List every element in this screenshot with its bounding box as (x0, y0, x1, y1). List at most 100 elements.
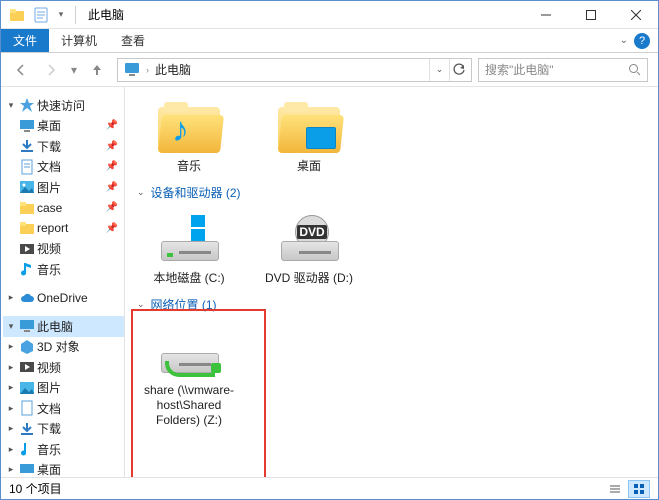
tree-item-3d[interactable]: ▸3D 对象 (3, 337, 124, 358)
chevron-down-icon[interactable]: ⌄ (137, 299, 145, 310)
pin-icon: 📌 (106, 141, 124, 152)
item-local-disk[interactable]: 本地磁盘 (C:) (141, 211, 237, 286)
tree-label: 下载 (37, 420, 61, 437)
tree-quick-access[interactable]: ▾ 快速访问 (3, 95, 124, 116)
tab-file[interactable]: 文件 (1, 29, 49, 52)
tree-item-report[interactable]: report📌 (3, 218, 124, 239)
tree-label: 文档 (37, 400, 61, 417)
3d-icon (19, 339, 35, 355)
chevron-right-icon[interactable]: ▸ (5, 444, 17, 455)
window-title: 此电脑 (80, 6, 124, 23)
music-icon (19, 261, 35, 277)
item-desktop-folder[interactable]: 桌面 (261, 99, 357, 174)
item-music-folder[interactable]: ♪ 音乐 (141, 99, 237, 174)
pin-icon: 📌 (106, 120, 124, 131)
refresh-button[interactable] (449, 59, 469, 81)
item-label: DVD 驱动器 (D:) (261, 271, 357, 286)
local-disk-icon (157, 215, 221, 263)
recent-dropdown-icon[interactable]: ▾ (67, 57, 81, 83)
download-icon (19, 421, 35, 437)
tree-label: 音乐 (37, 441, 61, 458)
tree-item-videos[interactable]: 视频 (3, 239, 124, 260)
address-text: 此电脑 (149, 61, 197, 78)
item-label: 本地磁盘 (C:) (141, 271, 237, 286)
chevron-right-icon[interactable]: ▸ (5, 362, 17, 373)
search-icon (628, 63, 641, 76)
tree-item-desktop[interactable]: 桌面 📌 (3, 116, 124, 137)
separator (75, 6, 76, 24)
tree-onedrive[interactable]: ▸OneDrive (3, 288, 124, 309)
maximize-button[interactable] (568, 1, 613, 29)
chevron-down-icon[interactable]: ⌄ (137, 187, 145, 198)
music-icon (19, 441, 35, 457)
ribbon-tabs: 文件 计算机 查看 ⌄ ? (1, 29, 658, 53)
chevron-right-icon[interactable]: ▸ (5, 341, 17, 352)
close-button[interactable] (613, 1, 658, 29)
tree-item-downloads2[interactable]: ▸ 下载 (3, 419, 124, 440)
star-icon (19, 97, 35, 113)
up-button[interactable] (83, 57, 111, 83)
tab-view[interactable]: 查看 (109, 29, 157, 52)
tree-label: 此电脑 (37, 318, 73, 335)
tree-label: report (37, 221, 68, 235)
tree-this-pc[interactable]: ▾ 此电脑 (3, 316, 124, 337)
tree-label: 桌面 (37, 461, 61, 478)
minimize-button[interactable] (523, 1, 568, 29)
picture-icon (19, 179, 35, 195)
item-dvd-drive[interactable]: DVD DVD 驱动器 (D:) (261, 211, 357, 286)
address-bar[interactable]: › 此电脑 ⌄ (117, 58, 472, 82)
status-count: 10 个项目 (9, 480, 62, 497)
titlebar: ▾ 此电脑 (1, 1, 658, 29)
tree-item-videos2[interactable]: ▸ 视频 (3, 357, 124, 378)
pin-icon: 📌 (106, 202, 124, 213)
content-pane[interactable]: ♪ 音乐 桌面 ⌄ 设备和驱动器 (2) 本地磁盘 (C:) DVD DVD 驱动… (125, 87, 658, 479)
qat-folder-icon[interactable] (7, 5, 27, 25)
forward-button[interactable] (37, 57, 65, 83)
tree-label: 视频 (37, 359, 61, 376)
document-icon (19, 400, 35, 416)
section-network[interactable]: ⌄网络位置 (1) (137, 296, 650, 313)
qat-properties-icon[interactable] (31, 5, 51, 25)
pin-icon: 📌 (106, 182, 124, 193)
tree-item-downloads[interactable]: 下载 📌 (3, 136, 124, 157)
ribbon-collapse-icon[interactable]: ⌄ (620, 35, 628, 46)
section-devices[interactable]: ⌄ 设备和驱动器 (2) (137, 184, 650, 201)
folder-icon (19, 200, 35, 216)
tree-item-documents2[interactable]: ▸ 文档 (3, 398, 124, 419)
section-label: 设备和驱动器 (2) (151, 184, 241, 201)
chevron-right-icon[interactable]: ▸ (5, 464, 17, 475)
folder-icon (19, 220, 35, 236)
tab-computer[interactable]: 计算机 (49, 29, 109, 52)
desktop-icon (19, 118, 35, 134)
tree-item-music2[interactable]: ▸ 音乐 (3, 439, 124, 460)
video-icon (19, 359, 35, 375)
chevron-down-icon[interactable]: ▾ (5, 100, 17, 111)
item-network-share[interactable]: share (\\vmware-host\Shared Folders) (Z:… (141, 323, 237, 428)
document-icon (19, 159, 35, 175)
chevron-right-icon[interactable]: ▸ (5, 423, 17, 434)
qat-dropdown-icon[interactable]: ▾ (55, 5, 67, 25)
view-details-button[interactable] (604, 480, 626, 498)
tree-item-pictures[interactable]: 图片📌 (3, 177, 124, 198)
tree-item-case[interactable]: case📌 (3, 198, 124, 219)
tree-label: 桌面 (37, 117, 61, 134)
help-icon[interactable]: ? (634, 33, 650, 49)
nav-bar: ▾ › 此电脑 ⌄ 搜索"此电脑" (1, 53, 658, 87)
tree-item-pictures2[interactable]: ▸图片 (3, 378, 124, 399)
address-dropdown-icon[interactable]: ⌄ (429, 59, 449, 81)
chevron-right-icon[interactable]: ▸ (5, 403, 17, 414)
tree-item-music[interactable]: 音乐 (3, 259, 124, 280)
chevron-down-icon[interactable]: ▾ (5, 321, 17, 332)
view-large-icons-button[interactable] (628, 480, 650, 498)
tree-item-documents[interactable]: 文档📌 (3, 157, 124, 178)
picture-icon (19, 380, 35, 396)
search-placeholder: 搜索"此电脑" (485, 61, 628, 78)
chevron-right-icon[interactable]: ▸ (5, 382, 17, 393)
chevron-right-icon[interactable]: ▸ (5, 292, 17, 303)
tree-label: 下载 (37, 138, 61, 155)
desktop-icon (19, 462, 35, 478)
back-button[interactable] (7, 57, 35, 83)
search-input[interactable]: 搜索"此电脑" (478, 58, 648, 82)
item-label: 桌面 (261, 159, 357, 174)
nav-tree[interactable]: ▾ 快速访问 桌面📌 下载📌 文档📌 图片📌 case📌 report📌 视频 … (1, 87, 125, 479)
